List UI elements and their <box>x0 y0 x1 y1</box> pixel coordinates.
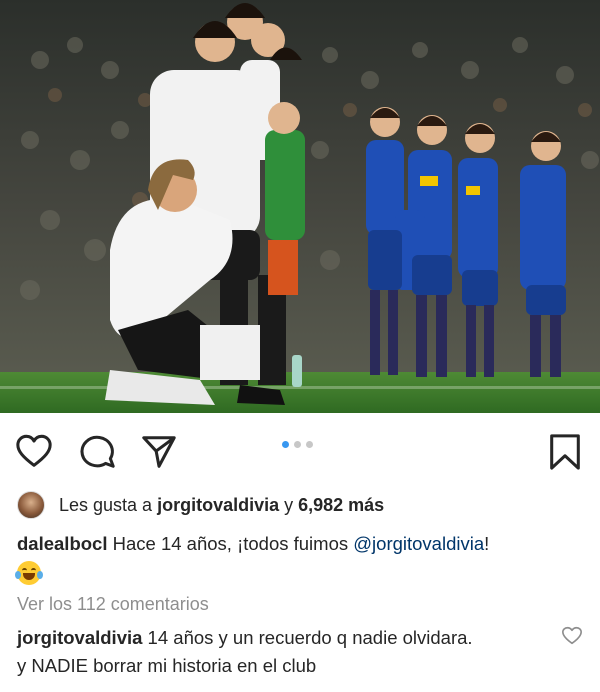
comment-item: jorgitovaldivia 14 años y un recuerdo q … <box>17 624 547 680</box>
paper-plane-icon <box>142 436 176 468</box>
post-photo[interactable] <box>0 0 600 413</box>
comment-text-line1: 14 años y un recuerdo q nadie olvidara. <box>142 627 473 648</box>
likes-summary[interactable]: Les gusta a jorgitovaldivia y 6,982 más <box>17 490 384 520</box>
carousel-dot <box>294 441 301 448</box>
likes-middle: y <box>279 494 299 515</box>
post-photo-illustration <box>0 0 600 413</box>
like-button[interactable] <box>14 432 54 472</box>
comment-like-heart-icon[interactable] <box>561 625 583 647</box>
caption-mention[interactable]: @jorgitovaldivia <box>353 533 484 554</box>
save-button[interactable] <box>545 432 585 472</box>
carousel-indicator <box>282 441 313 448</box>
caption-text-end: ! <box>484 533 490 554</box>
post-action-bar <box>0 420 600 482</box>
carousel-dot-active <box>282 441 289 448</box>
heart-icon <box>16 434 52 467</box>
share-button[interactable] <box>139 432 179 472</box>
comment-text-line2: y NADIE borrar mi historia en el club <box>17 655 317 676</box>
caption-username[interactable]: dalealbocl <box>17 533 107 554</box>
liker-avatar[interactable] <box>17 491 45 519</box>
carousel-dot <box>306 441 313 448</box>
comment-username[interactable]: jorgitovaldivia <box>17 627 142 648</box>
liker-username[interactable]: jorgitovaldivia <box>157 495 279 516</box>
likes-count[interactable]: 6,982 más <box>298 495 384 516</box>
comment-button[interactable] <box>78 432 118 472</box>
bookmark-icon <box>550 434 580 470</box>
comment-bubble-icon <box>80 435 115 468</box>
likes-prefix: Les gusta a <box>59 494 158 515</box>
post-caption: dalealbocl Hace 14 años, ¡todos fuimos @… <box>15 530 587 586</box>
caption-text: Hace 14 años, ¡todos fuimos <box>107 533 354 554</box>
tears-of-joy-emoji-icon <box>15 561 43 586</box>
view-comments-link[interactable]: Ver los 112 comentarios <box>17 594 209 615</box>
